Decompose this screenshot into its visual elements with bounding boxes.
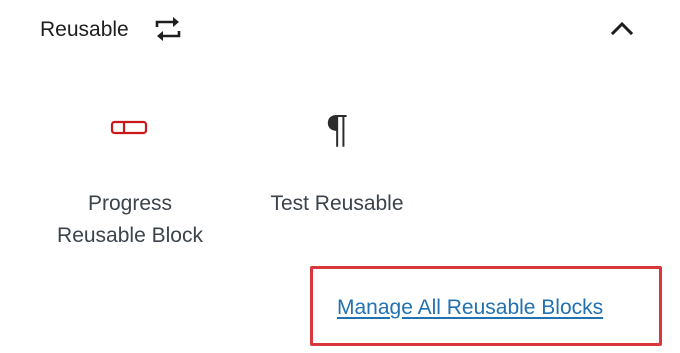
manage-reusable-blocks-link[interactable]: Manage All Reusable Blocks [337, 294, 603, 322]
block-icon-wrap [40, 110, 220, 150]
block-icon-wrap: ¶ [247, 110, 427, 150]
block-item-test-reusable[interactable]: ¶ Test Reusable [247, 92, 427, 262]
progress-bar-icon [110, 120, 150, 141]
block-label: Test Reusable [247, 188, 427, 220]
block-label-line: Reusable Block [57, 224, 203, 247]
block-item-progress-reusable-block[interactable]: Progress Reusable Block [40, 92, 220, 262]
block-label-line: Test Reusable [270, 192, 404, 215]
panel-title: Reusable [40, 18, 129, 41]
block-label-line: Progress [87, 192, 173, 215]
reusable-block-icon [152, 14, 184, 44]
reusable-blocks-panel: Reusable Progress Reusable Block ¶ Test … [0, 0, 680, 353]
collapse-panel-button[interactable] [600, 10, 644, 50]
chevron-up-icon [610, 19, 634, 42]
panel-header[interactable]: Reusable [0, 0, 680, 60]
paragraph-icon: ¶ [324, 108, 350, 152]
block-label: Progress Reusable Block [40, 188, 220, 252]
